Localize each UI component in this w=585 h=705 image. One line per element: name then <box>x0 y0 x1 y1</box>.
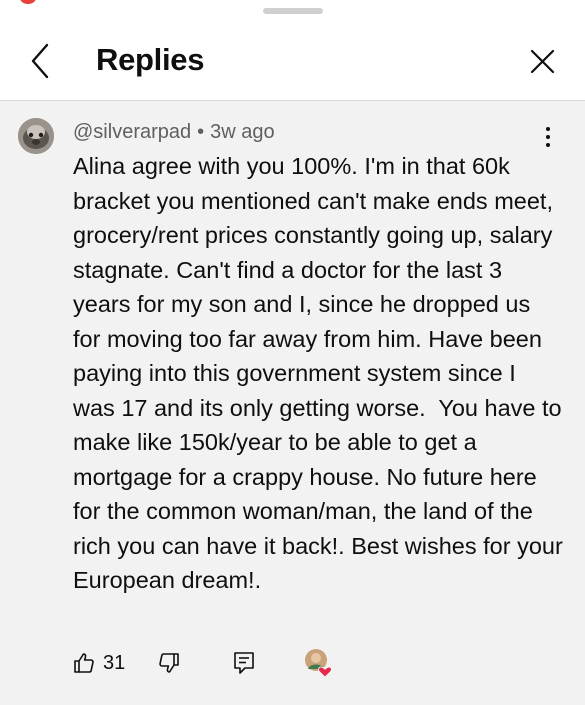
avatar-image <box>18 118 54 154</box>
comment-card: @silverarpad • 3w ago Alina agree with you… <box>0 101 585 705</box>
comment-text: Alina agree with you 100%. I'm in that 6… <box>73 153 570 593</box>
dislike-button[interactable] <box>157 651 181 675</box>
heart-icon <box>305 649 332 678</box>
kebab-menu-icon <box>546 127 550 147</box>
drag-handle[interactable] <box>263 8 323 14</box>
page-title: Replies <box>96 42 205 77</box>
like-button[interactable]: 31 <box>72 651 125 675</box>
avatar[interactable] <box>18 118 54 154</box>
thumbs-down-icon <box>159 653 179 673</box>
close-button[interactable] <box>522 42 562 82</box>
meta-separator: • <box>197 121 205 143</box>
like-count: 31 <box>103 651 126 674</box>
back-button[interactable] <box>22 40 62 82</box>
reply-button[interactable] <box>233 651 255 675</box>
thumbs-up-icon <box>74 653 94 673</box>
reply-comment-icon <box>234 652 254 674</box>
chevron-left-icon <box>31 43 49 79</box>
replies-panel: Replies @silverarpad • 3w ago Alina agre… <box>0 0 585 705</box>
more-options-button[interactable] <box>536 125 560 149</box>
close-icon <box>530 49 555 74</box>
comment-meta: @silverarpad • 3w ago <box>73 121 275 144</box>
comment-actions: 31 <box>0 647 585 687</box>
panel-header: Replies <box>0 28 585 100</box>
notification-dot <box>20 0 36 4</box>
comment-timestamp: 3w ago <box>210 121 275 143</box>
creator-heart-badge[interactable] <box>303 647 335 679</box>
comment-author[interactable]: @silverarpad <box>73 121 191 143</box>
